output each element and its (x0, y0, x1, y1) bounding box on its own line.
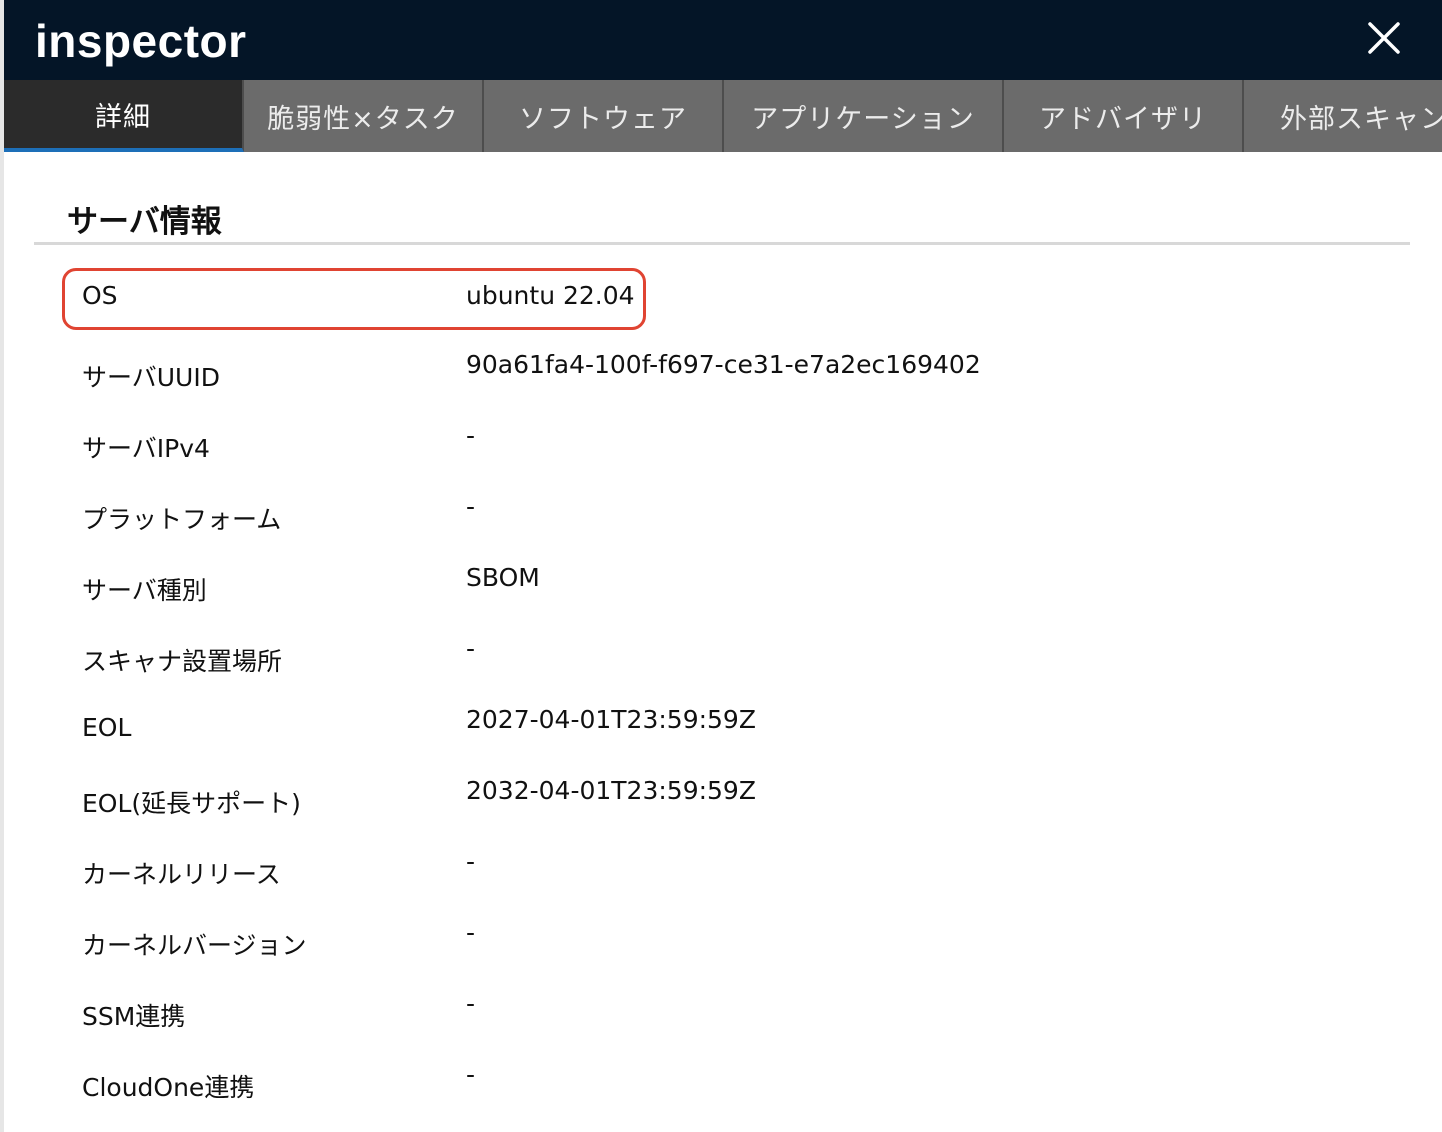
row-value: - (466, 634, 476, 663)
info-row-server-uuid: サーバUUID 90a61fa4-100f-f697-ce31-e7a2ec16… (34, 346, 1410, 417)
section-title: サーバ情報 (67, 204, 222, 240)
app-title: inspector (35, 15, 247, 67)
row-value: - (466, 1060, 476, 1089)
info-row-os: OS ubuntu 22.04 (34, 268, 1410, 346)
info-row-kernel-release: カーネルリリース - (34, 843, 1410, 914)
info-row-ssm: SSM連携 - (34, 985, 1410, 1056)
row-label: スキャナ設置場所 (82, 647, 283, 676)
row-value: - (466, 847, 476, 876)
info-row-eol: EOL 2027-04-01T23:59:59Z (34, 701, 1410, 772)
row-value: - (466, 918, 476, 947)
info-row-cloudone: CloudOne連携 - (34, 1056, 1410, 1127)
row-value: - (466, 989, 476, 1018)
row-label: サーバUUID (82, 363, 220, 392)
row-label: サーバIPv4 (82, 434, 210, 463)
row-value: ubuntu 22.04 (466, 281, 635, 310)
row-value: - (466, 492, 476, 521)
tab-external-scan[interactable]: 外部スキャン (1244, 80, 1442, 152)
row-value: 90a61fa4-100f-f697-ce31-e7a2ec169402 (466, 350, 981, 379)
row-label: EOL (82, 713, 132, 742)
row-label: カーネルバージョン (82, 931, 307, 960)
row-value: 2032-04-01T23:59:59Z (466, 776, 756, 805)
row-label: CloudOne連携 (82, 1073, 255, 1102)
inspector-window: inspector 詳細 脆弱性×タスク ソフトウェア アプリケーション アドバ… (0, 0, 1442, 1132)
tab-applications[interactable]: アプリケーション (724, 80, 1004, 152)
tab-software[interactable]: ソフトウェア (484, 80, 724, 152)
row-label: SSM連携 (82, 1002, 186, 1031)
server-info-list: OS ubuntu 22.04 サーバUUID 90a61fa4-100f-f6… (34, 268, 1410, 1127)
row-label: OS (82, 281, 118, 310)
info-row-server-ipv4: サーバIPv4 - (34, 417, 1410, 488)
close-icon[interactable] (1366, 20, 1402, 56)
row-label: EOL(延長サポート) (82, 789, 301, 818)
details-panel: サーバ情報 OS ubuntu 22.04 サーバUUID 90a61fa4-1… (34, 152, 1410, 1127)
row-label: サーバ種別 (82, 576, 207, 605)
tab-bar: 詳細 脆弱性×タスク ソフトウェア アプリケーション アドバイザリ 外部スキャン (4, 80, 1442, 152)
title-bar: inspector (4, 0, 1442, 80)
row-label: カーネルリリース (82, 860, 281, 889)
row-value: - (466, 421, 476, 450)
tab-advisory[interactable]: アドバイザリ (1004, 80, 1244, 152)
row-value: 2027-04-01T23:59:59Z (466, 705, 756, 734)
tab-vulnerability-tasks[interactable]: 脆弱性×タスク (244, 80, 484, 152)
row-value: SBOM (466, 563, 540, 592)
info-row-eol-extended: EOL(延長サポート) 2032-04-01T23:59:59Z (34, 772, 1410, 843)
info-row-platform: プラットフォーム - (34, 488, 1410, 559)
info-row-server-type: サーバ種別 SBOM (34, 559, 1410, 630)
tab-details[interactable]: 詳細 (4, 80, 244, 152)
section-divider (34, 242, 1410, 245)
info-row-kernel-version: カーネルバージョン - (34, 914, 1410, 985)
info-row-scanner-location: スキャナ設置場所 - (34, 630, 1410, 701)
row-label: プラットフォーム (82, 505, 282, 534)
